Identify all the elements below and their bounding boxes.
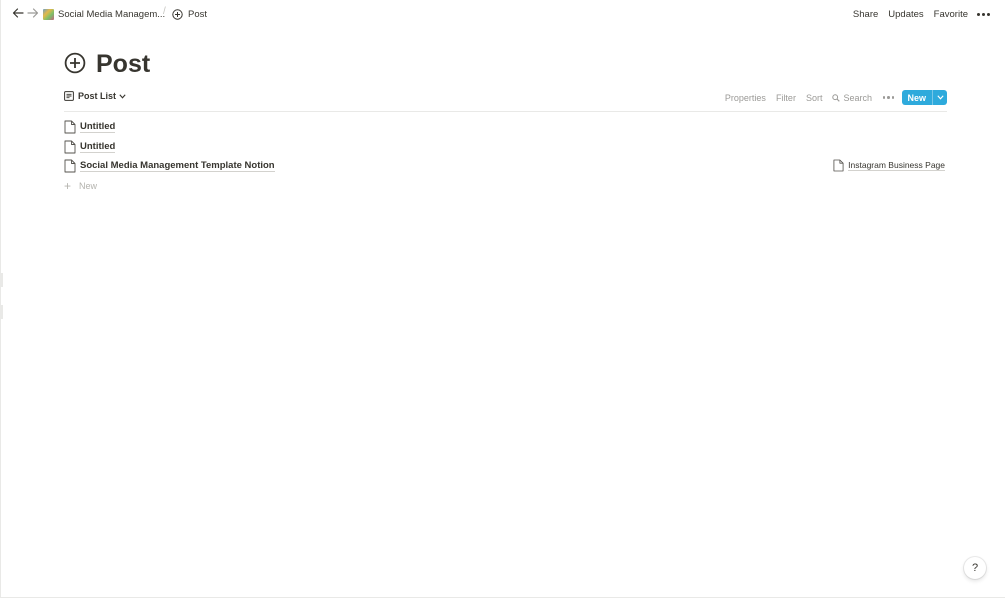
workspace-image-icon [43, 8, 54, 20]
page-icon [64, 140, 76, 154]
new-button-label[interactable]: New [902, 90, 932, 105]
page-icon [64, 120, 76, 134]
updates-button[interactable]: Updates [883, 9, 928, 20]
add-new-row-label: New [79, 181, 98, 191]
share-button[interactable]: Share [848, 9, 883, 20]
list-item[interactable]: Untitled [64, 117, 947, 136]
relation-label: Instagram Business Page [848, 160, 945, 171]
view-switcher[interactable]: Post List [64, 91, 126, 101]
page-icon [64, 159, 76, 173]
list-item-title: Social Media Management Template Notion [80, 159, 275, 172]
page-title[interactable]: Post [96, 48, 150, 80]
properties-button[interactable]: Properties [720, 93, 771, 103]
list-item[interactable]: Social Media Management Template Notion … [64, 156, 947, 175]
add-new-row-button[interactable]: + New [64, 178, 97, 194]
topbar: Social Media Managem... / Post Share Upd… [1, 0, 1005, 28]
chevron-down-icon[interactable] [932, 90, 947, 105]
arrow-left-icon[interactable] [11, 6, 25, 20]
sort-button[interactable]: Sort [801, 93, 828, 103]
list-view-icon [64, 91, 74, 101]
app-window: Social Media Managem... / Post Share Upd… [0, 0, 1005, 598]
breadcrumb-workspace[interactable]: Social Media Managem... [43, 6, 165, 22]
view-name: Post List [78, 91, 117, 101]
breadcrumb-separator: / [163, 6, 166, 17]
chevron-down-icon [119, 93, 126, 99]
circle-plus-icon[interactable] [64, 52, 86, 74]
topbar-actions: Share Updates Favorite [848, 6, 994, 22]
help-button[interactable]: ? [964, 557, 986, 579]
circle-plus-icon [172, 8, 183, 20]
more-dots-icon[interactable] [877, 96, 903, 99]
search-label: Search [843, 92, 872, 103]
breadcrumb-label: Social Media Managem... [58, 8, 166, 20]
window-edge-marker [1, 273, 3, 287]
more-dots-icon[interactable] [973, 12, 994, 16]
filter-button[interactable]: Filter [771, 93, 801, 103]
view-tools: Properties Filter Sort Search New [720, 90, 947, 105]
search-icon [832, 93, 841, 102]
window-edge-marker [1, 305, 3, 319]
relation-property[interactable]: Instagram Business Page [833, 159, 945, 172]
list-item-title: Untitled [80, 140, 116, 153]
arrow-right-icon[interactable] [26, 6, 40, 20]
database-view-bar: Post List Properties Filter Sort Search … [64, 89, 947, 112]
plus-icon: + [64, 179, 72, 193]
new-button[interactable]: New [902, 90, 947, 105]
page-icon [833, 159, 844, 172]
favorite-button[interactable]: Favorite [929, 9, 973, 20]
breadcrumb-post[interactable]: Post [172, 6, 207, 22]
list-item-title: Untitled [80, 120, 116, 133]
search-button[interactable]: Search [827, 93, 877, 103]
breadcrumb-label: Post [188, 8, 208, 20]
list-item[interactable]: Untitled [64, 137, 947, 156]
